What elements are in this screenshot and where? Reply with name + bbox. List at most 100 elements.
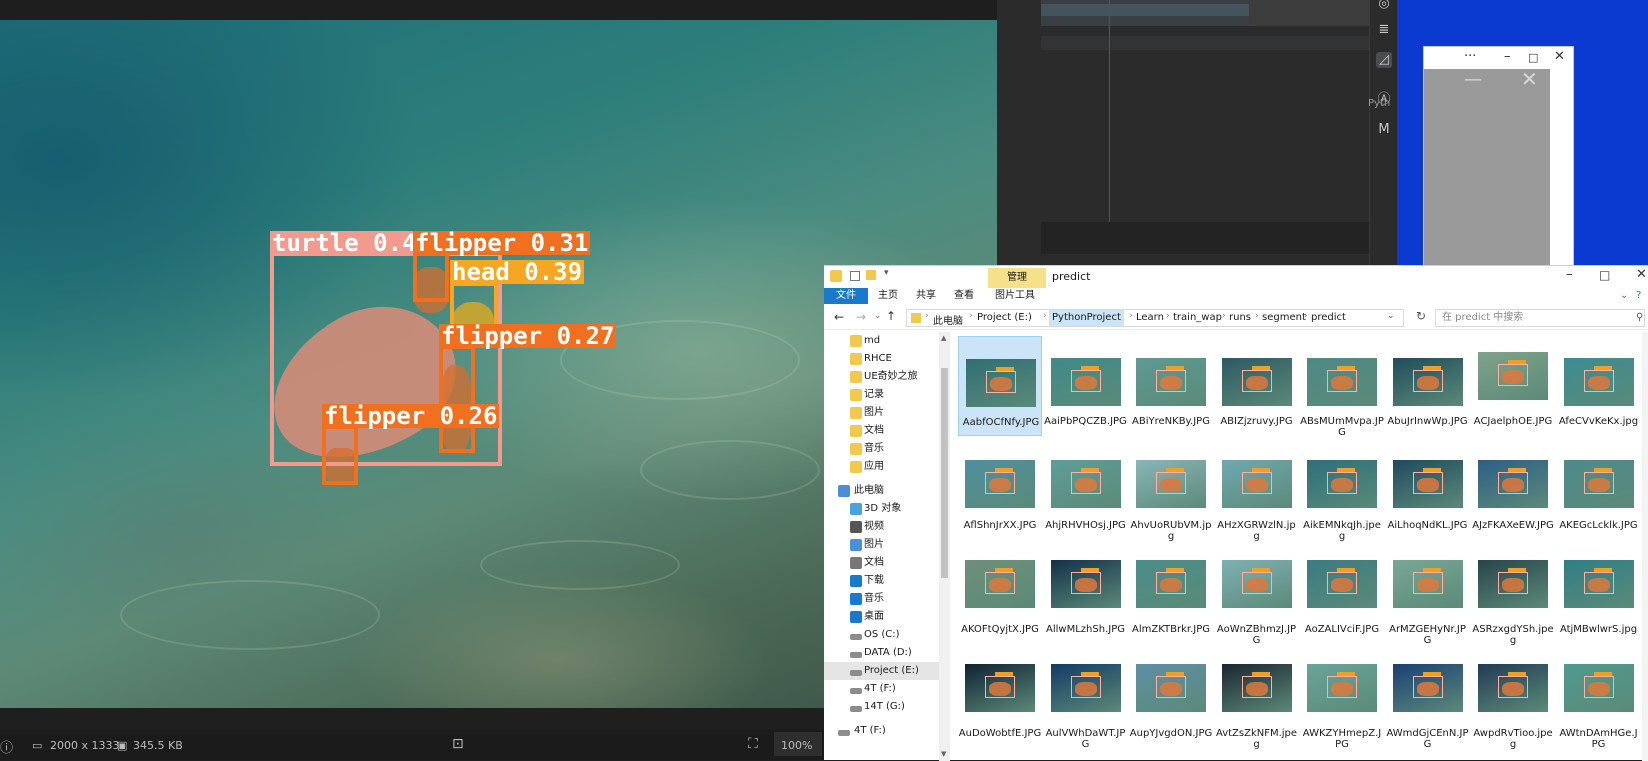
file-item[interactable]: AWtnDAmHGe.JPG	[1557, 648, 1641, 750]
file-item[interactable]: ACJaelphOE.JPG	[1471, 336, 1555, 436]
database-icon[interactable]: ≣	[1376, 22, 1392, 38]
file-item[interactable]: AwpdRvTioo.jpeg	[1471, 648, 1555, 750]
file-item[interactable]: ABIZjzruvy.JPG	[1215, 336, 1299, 436]
maximize-icon[interactable]: □	[1528, 51, 1538, 64]
nav-item[interactable]: 应用	[824, 458, 939, 476]
file-item[interactable]: AtjMBwlwrS.jpg	[1557, 544, 1641, 644]
nav-item[interactable]: UE奇妙之旅	[824, 368, 939, 386]
help-icon[interactable]: ?	[1636, 288, 1641, 304]
file-item[interactable]: AulVWhDaWT.JPG	[1044, 648, 1128, 750]
file-item[interactable]: AWmdGjCEnN.JPG	[1386, 648, 1470, 750]
analytics-icon[interactable]: ◿	[1376, 52, 1392, 68]
nav-item[interactable]: 14T (G:)	[824, 698, 939, 716]
nav-item[interactable]: OS (C:)	[824, 626, 939, 644]
file-item[interactable]: AKEGcLcklk.JPG	[1557, 440, 1641, 540]
tab-share[interactable]: 共享	[916, 288, 936, 304]
file-item[interactable]: AoZALIVciF.JPG	[1300, 544, 1384, 644]
info-icon[interactable]: ⓘ	[0, 737, 13, 756]
refresh-icon[interactable]: ↻	[1416, 309, 1426, 323]
tab-picture-tools[interactable]: 图片工具	[995, 288, 1035, 304]
file-item[interactable]: ABsMUmMvpa.JPG	[1300, 336, 1384, 438]
file-item[interactable]: ABiYreNKBy.JPG	[1129, 336, 1213, 436]
up-icon[interactable]: ↑	[886, 309, 896, 323]
search-icon[interactable]: ⚲	[1636, 312, 1643, 323]
breadcrumb-item[interactable]: predict	[1311, 312, 1346, 323]
file-item[interactable]: AoWnZBhmzJ.JPG	[1215, 544, 1299, 646]
nav-item[interactable]: 音乐	[824, 590, 939, 608]
back-icon[interactable]: ←	[834, 310, 844, 324]
ribbon-expand-icon[interactable]: ⌄	[1620, 288, 1628, 304]
recent-dropdown-icon[interactable]: ⌄	[874, 311, 882, 321]
screenshot-icon[interactable]: ⊡	[452, 736, 464, 752]
minimize-icon[interactable]: –	[1504, 49, 1511, 64]
close-icon[interactable]: ✕	[1554, 49, 1565, 64]
properties-icon[interactable]	[850, 271, 860, 281]
breadcrumb-item[interactable]: runs	[1229, 312, 1251, 323]
file-item[interactable]: AhvUoRUbVM.jpg	[1129, 440, 1213, 542]
nav-item[interactable]: 下载	[824, 572, 939, 590]
file-item[interactable]: AflShnJrXX.JPG	[958, 440, 1042, 540]
nav-item[interactable]: 文档	[824, 422, 939, 440]
nav-item[interactable]: RHCE	[824, 350, 939, 368]
file-item[interactable]: AuDoWobtfE.JPG	[958, 648, 1042, 748]
minimize-icon[interactable]: –	[1566, 267, 1573, 282]
file-item[interactable]: AvtZsZkNFM.jpeg	[1215, 648, 1299, 750]
tab-home[interactable]: 主页	[878, 288, 898, 304]
nav-item[interactable]: 桌面	[824, 608, 939, 626]
nav-item[interactable]: 视频	[824, 518, 939, 536]
maximize-icon[interactable]: □	[1599, 268, 1610, 282]
breadcrumb-item[interactable]: Learn	[1136, 312, 1164, 323]
file-item[interactable]: AllwMLzhSh.JPG	[1044, 544, 1128, 644]
file-item[interactable]: AfeCVvKeKx.jpg	[1557, 336, 1641, 436]
nav-item[interactable]: 音乐	[824, 440, 939, 458]
nav-item[interactable]: DATA (D:)	[824, 644, 939, 662]
nav-item[interactable]: md	[824, 332, 939, 350]
search-input[interactable]: 在 predict 中搜索	[1435, 309, 1645, 327]
address-dropdown-icon[interactable]: ⌄	[1387, 311, 1395, 321]
nav-item[interactable]: 文档	[824, 554, 939, 572]
nav-item[interactable]: 此电脑	[824, 482, 939, 500]
nav-scroll-thumb[interactable]	[941, 368, 948, 578]
tab-view[interactable]: 查看	[954, 288, 974, 304]
close-icon[interactable]: ✕	[1636, 267, 1647, 282]
file-item[interactable]: ASRzxgdYSh.jpeg	[1471, 544, 1555, 646]
breadcrumb-item[interactable]: Project (E:)	[977, 312, 1032, 323]
zoom-level[interactable]: 100%	[781, 739, 812, 752]
file-item[interactable]: AikEMNkqJh.jpeg	[1300, 440, 1384, 542]
manage-tab[interactable]: 管理	[988, 268, 1046, 288]
file-item[interactable]: AWKZYHmepZ.JPG	[1300, 648, 1384, 750]
file-item[interactable]: ArMZGEHyNr.JPG	[1386, 544, 1470, 646]
tab-file[interactable]: 文件	[824, 288, 868, 304]
file-item[interactable]: AiLhoqNdKL.JPG	[1386, 440, 1470, 540]
nav-item[interactable]: 记录	[824, 386, 939, 404]
new-folder-icon[interactable]	[866, 270, 876, 280]
file-item[interactable]: AKOFtQyjtX.JPG	[958, 544, 1042, 644]
file-item[interactable]: AbuJrInwWp.JPG	[1386, 336, 1470, 436]
nav-item[interactable]: 4T (F:)	[824, 722, 939, 740]
file-item[interactable]: AaiPbPQCZB.JPG	[1044, 336, 1128, 436]
nav-item[interactable]: 4T (F:)	[824, 680, 939, 698]
nav-scrollbar[interactable]: ▲ ▼	[939, 332, 950, 761]
quick-access-dropdown-icon[interactable]: ▾	[884, 268, 889, 278]
markdown-icon[interactable]: M	[1376, 122, 1392, 138]
breadcrumb-item[interactable]: segment	[1262, 312, 1306, 323]
file-item[interactable]: AlmZKTBrkr.JPG	[1129, 544, 1213, 644]
nav-item[interactable]: Project (E:)	[824, 662, 939, 680]
fit-screen-icon[interactable]: ⛶	[748, 736, 758, 752]
nav-item[interactable]: 图片	[824, 536, 939, 554]
address-bar[interactable]: › 此电脑 › Project (E:) › PythonProject › L…	[906, 309, 1404, 327]
more-icon[interactable]: ···	[1464, 49, 1476, 64]
files-scrollbar[interactable]	[1642, 332, 1648, 761]
file-item[interactable]: AJzFKAXeEW.JPG	[1471, 440, 1555, 540]
breadcrumb-item[interactable]: train_wap	[1173, 312, 1222, 323]
file-item[interactable]: AhjRHVHOsj.JPG	[1044, 440, 1128, 540]
forward-icon[interactable]: →	[856, 310, 866, 324]
file-item[interactable]: AabfOCfNfy.JPG	[958, 336, 1042, 436]
nav-item[interactable]: 图片	[824, 404, 939, 422]
breadcrumb-item[interactable]: PythonProject	[1049, 310, 1124, 326]
nav-item[interactable]: 3D 对象	[824, 500, 939, 518]
sync-icon[interactable]: ◎	[1376, 0, 1392, 12]
breadcrumb-item[interactable]: 此电脑	[933, 312, 963, 327]
file-item[interactable]: AHzXGRWzlN.jpg	[1215, 440, 1299, 542]
file-item[interactable]: AupYJvgdON.JPG	[1129, 648, 1213, 748]
